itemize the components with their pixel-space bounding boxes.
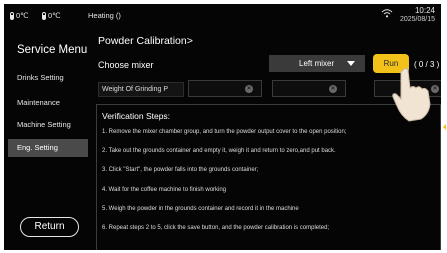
clock-date: 2025/08/15 bbox=[399, 16, 435, 23]
weight-field-2[interactable]: ✕ bbox=[272, 80, 346, 97]
chevron-down-icon bbox=[347, 61, 355, 66]
weight-field-1[interactable]: ✕ bbox=[188, 80, 262, 97]
device-screen: 0℃ 0℃ Heating () 10:24 2025/08/15 Servic… bbox=[4, 4, 441, 250]
sidebar-item-eng-setting[interactable]: Eng. Setting bbox=[8, 139, 88, 157]
pointing-hand-icon bbox=[392, 68, 431, 122]
sidebar-item-machine-setting[interactable]: Machine Setting bbox=[8, 116, 88, 134]
heating-status: Heating () bbox=[88, 11, 121, 20]
step-item: 6. Repeat steps 2 to 5, click the save b… bbox=[102, 225, 330, 231]
thermometer-icon bbox=[10, 11, 14, 20]
page-title: Powder Calibration> bbox=[98, 35, 193, 47]
temperature-2: 0℃ bbox=[42, 11, 61, 20]
return-button[interactable]: Return bbox=[20, 217, 79, 237]
temperature-2-value: 0℃ bbox=[48, 11, 61, 20]
status-bar: 0℃ 0℃ Heating () 10:24 2025/08/15 bbox=[4, 4, 441, 26]
step-item: 2. Take out the grounds container and em… bbox=[102, 148, 336, 154]
sidebar-item-maintenance[interactable]: Maintenance bbox=[8, 94, 88, 112]
mixer-select-value: Left mixer bbox=[299, 59, 335, 68]
weight-label: Weight Of Grinding P bbox=[98, 82, 184, 97]
sidebar-item-drinks-setting[interactable]: Drinks Setting bbox=[8, 69, 88, 87]
main-panel: Powder Calibration> Choose mixer Left mi… bbox=[92, 26, 441, 250]
sidebar: Service Menu Drinks Setting Maintenance … bbox=[4, 26, 92, 250]
temperature-1: 0℃ bbox=[10, 11, 29, 20]
scroll-indicator-icon bbox=[443, 124, 446, 130]
mixer-label: Choose mixer bbox=[98, 60, 154, 70]
thermometer-icon bbox=[42, 11, 46, 20]
step-item: 3. Click "Start", the powder falls into … bbox=[102, 167, 259, 173]
verification-steps-panel: Verification Steps: 1. Remove the mixer … bbox=[96, 104, 441, 250]
wifi-icon bbox=[381, 9, 393, 18]
clock-time: 10:24 bbox=[414, 6, 435, 15]
clear-icon[interactable]: ✕ bbox=[329, 85, 337, 93]
temperature-1-value: 0℃ bbox=[16, 11, 29, 20]
clock: 10:24 2025/08/15 bbox=[400, 6, 435, 24]
clear-icon[interactable]: ✕ bbox=[245, 85, 253, 93]
steps-title: Verification Steps: bbox=[102, 111, 171, 121]
step-item: 1. Remove the mixer chamber group, and t… bbox=[102, 129, 347, 135]
sidebar-title: Service Menu bbox=[17, 44, 88, 56]
step-item: 4. Wait for the coffee machine to finish… bbox=[102, 187, 227, 193]
mixer-select[interactable]: Left mixer bbox=[269, 55, 365, 72]
step-item: 5. Weigh the powder in the grounds conta… bbox=[102, 206, 299, 212]
